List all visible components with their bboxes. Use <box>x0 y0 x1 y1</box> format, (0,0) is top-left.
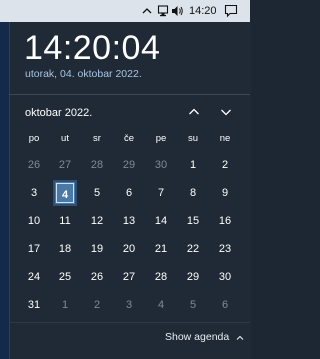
calendar-day[interactable]: 19 <box>82 236 112 262</box>
notification-icon[interactable] <box>224 4 238 22</box>
calendar-day[interactable]: 2 <box>82 292 112 318</box>
clock-time: 14:20:04 <box>24 29 161 67</box>
weekday-label: sr <box>93 133 101 144</box>
calendar-day[interactable]: 21 <box>146 236 176 262</box>
calendar-day[interactable]: 14 <box>146 208 176 234</box>
calendar-day[interactable]: 3 <box>114 292 144 318</box>
speaker-icon[interactable] <box>171 4 185 22</box>
divider <box>9 322 250 323</box>
chevron-up-icon <box>233 332 244 342</box>
calendar-day[interactable]: 15 <box>178 208 208 234</box>
calendar-day[interactable]: 5 <box>178 292 208 318</box>
calendar-day[interactable]: 13 <box>114 208 144 234</box>
calendar-day[interactable]: 25 <box>50 264 80 290</box>
desktop-edge <box>0 22 9 359</box>
calendar-day[interactable]: 12 <box>82 208 112 234</box>
calendar-day[interactable]: 3 <box>19 180 49 206</box>
calendar-day[interactable]: 6 <box>114 180 144 206</box>
calendar-day[interactable]: 20 <box>114 236 144 262</box>
calendar-day[interactable]: 1 <box>50 292 80 318</box>
taskbar-tray: 14:20 <box>0 0 250 23</box>
calendar-day[interactable]: 6 <box>210 292 240 318</box>
calendar-day[interactable]: 29 <box>178 264 208 290</box>
calendar-day[interactable]: 27 <box>114 264 144 290</box>
chevron-up-icon <box>189 108 199 115</box>
show-agenda-label: Show agenda <box>165 331 230 343</box>
calendar-day[interactable]: 11 <box>50 208 80 234</box>
divider <box>9 94 250 95</box>
calendar-day[interactable]: 23 <box>210 236 240 262</box>
calendar-day[interactable]: 16 <box>210 208 240 234</box>
month-year-header[interactable]: oktobar 2022. <box>25 107 92 119</box>
weekday-label: pe <box>155 133 167 144</box>
calendar-day[interactable]: 29 <box>114 152 144 178</box>
calendar-day[interactable]: 22 <box>178 236 208 262</box>
previous-month-button[interactable] <box>185 103 203 121</box>
chevron-up-icon[interactable] <box>142 4 152 22</box>
calendar-day[interactable]: 28 <box>146 264 176 290</box>
calendar-day[interactable]: 26 <box>19 152 49 178</box>
calendar-day[interactable]: 5 <box>82 180 112 206</box>
calendar-day[interactable]: 2 <box>210 152 240 178</box>
calendar-day[interactable]: 27 <box>50 152 80 178</box>
calendar-day[interactable]: 10 <box>19 208 49 234</box>
calendar-day[interactable]: 1 <box>178 152 208 178</box>
calendar-day[interactable]: 9 <box>210 180 240 206</box>
calendar-day[interactable]: 17 <box>19 236 49 262</box>
weekday-label: po <box>28 133 40 144</box>
weekday-label: ut <box>61 133 69 144</box>
calendar-day[interactable]: 26 <box>82 264 112 290</box>
next-month-button[interactable] <box>217 103 235 121</box>
network-icon[interactable] <box>157 4 169 22</box>
calendar-day[interactable]: 30 <box>146 152 176 178</box>
calendar-day[interactable]: 4 <box>146 292 176 318</box>
weekday-label: su <box>187 133 199 144</box>
calendar-day[interactable]: 18 <box>50 236 80 262</box>
calendar-day-today[interactable]: 4 <box>53 180 77 206</box>
calendar-day[interactable]: 8 <box>178 180 208 206</box>
calendar-day[interactable]: 28 <box>82 152 112 178</box>
long-date-link[interactable]: utorak, 04. oktobar 2022. <box>25 68 142 80</box>
calendar-day[interactable]: 30 <box>210 264 240 290</box>
calendar-day[interactable]: 31 <box>19 292 49 318</box>
chevron-down-icon <box>221 109 231 116</box>
calendar-day[interactable]: 7 <box>146 180 176 206</box>
weekday-label: ne <box>219 133 231 144</box>
taskbar-clock[interactable]: 14:20 <box>189 4 217 18</box>
calendar-day[interactable]: 24 <box>19 264 49 290</box>
weekday-label: če <box>123 133 135 144</box>
show-agenda-button[interactable]: Show agenda <box>165 331 244 343</box>
